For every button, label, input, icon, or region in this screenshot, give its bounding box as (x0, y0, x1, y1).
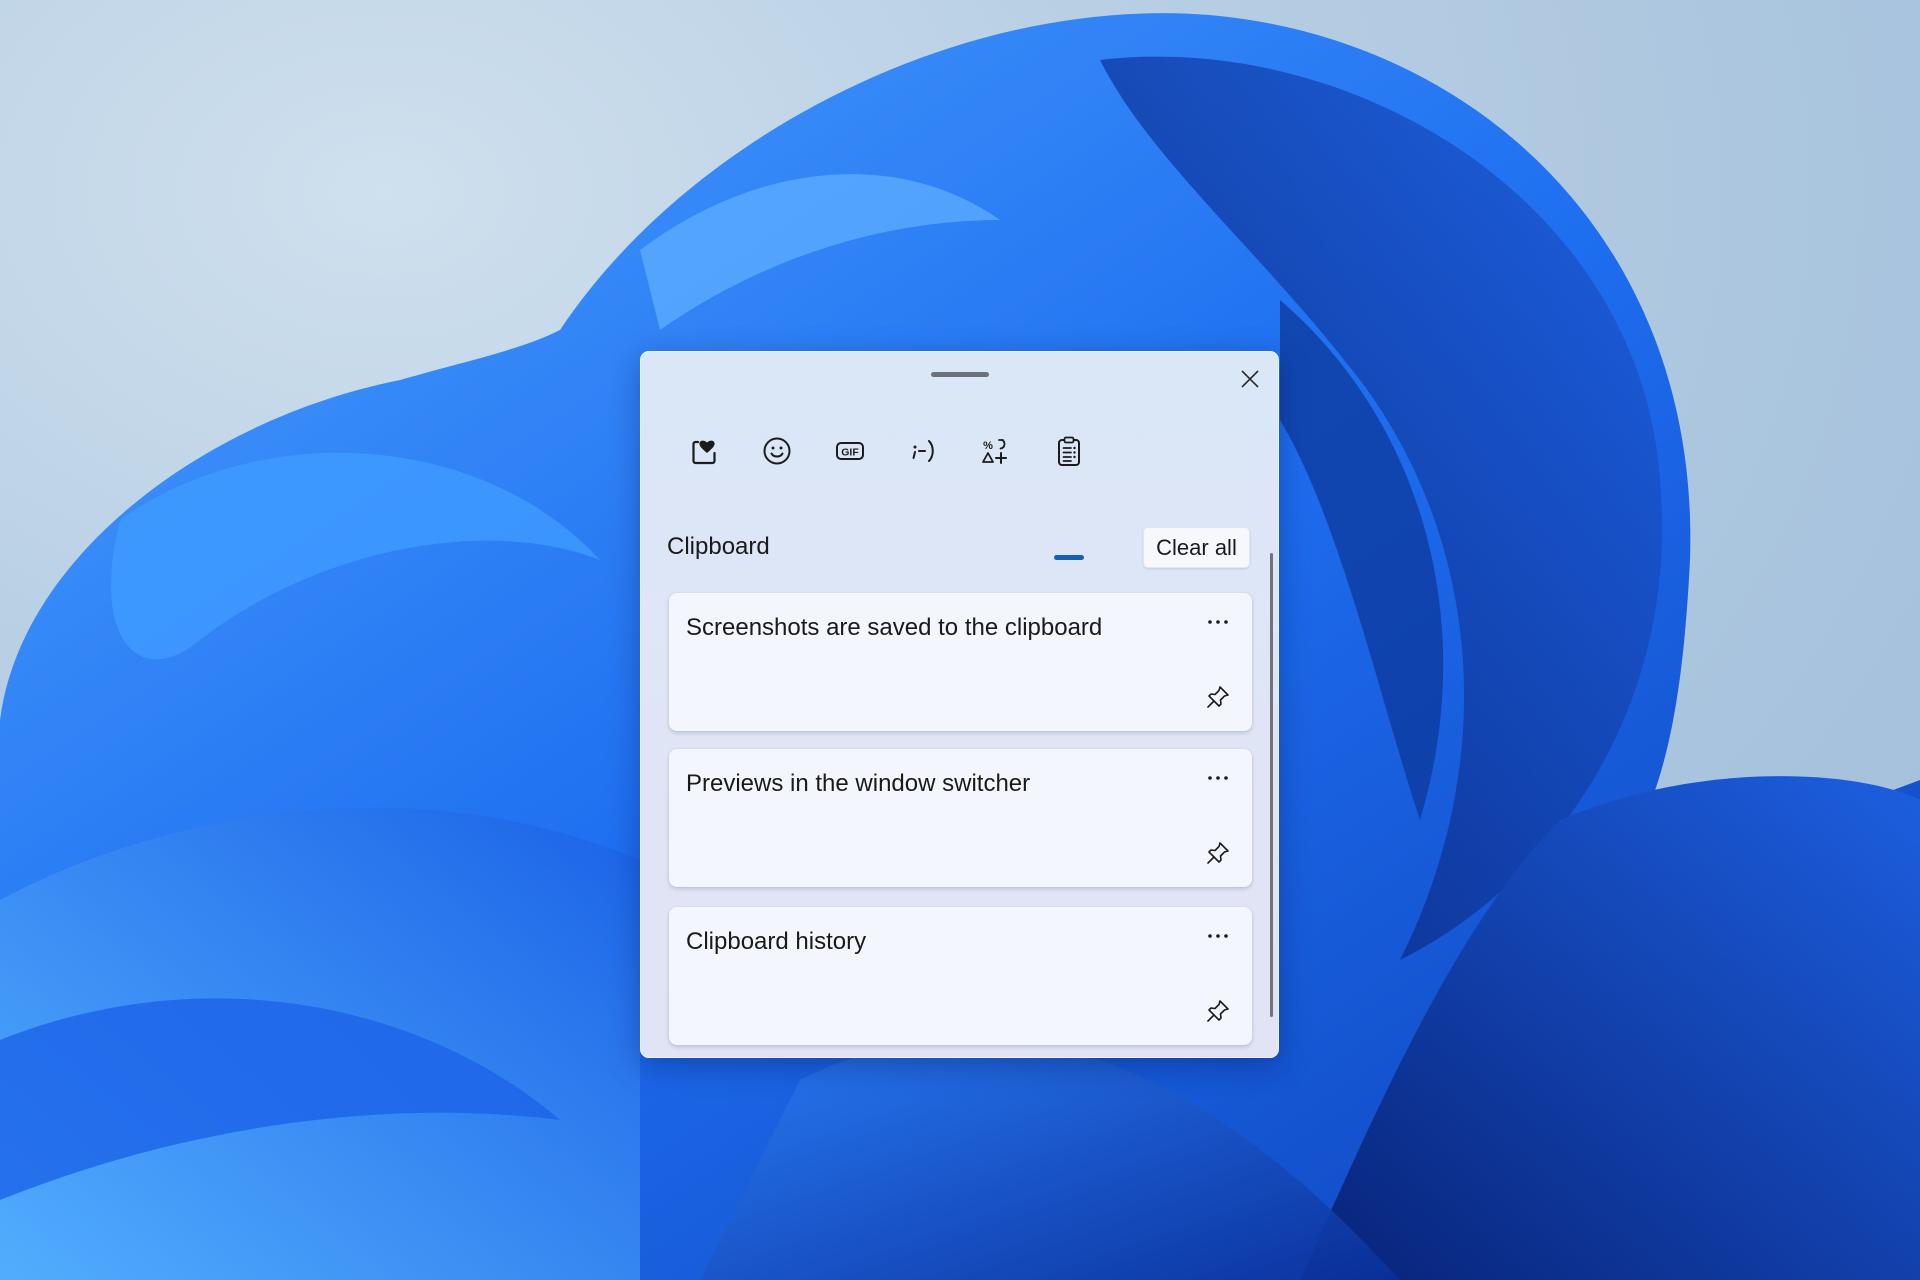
clipboard-item-text: Clipboard history (686, 928, 867, 955)
tab-emoji[interactable] (749, 423, 805, 479)
clipboard-item[interactable]: Previews in the window switcher (669, 749, 1252, 887)
clipboard-item[interactable]: Clipboard history (669, 907, 1252, 1045)
svg-text:GIF: GIF (841, 447, 859, 459)
see-more-button[interactable] (1198, 607, 1238, 637)
clear-all-button[interactable]: Clear all (1143, 527, 1250, 568)
more-icon (1208, 934, 1228, 938)
tab-most-recently-used[interactable] (677, 423, 733, 479)
pin-icon (1207, 842, 1229, 864)
close-button[interactable] (1230, 359, 1270, 399)
clipboard-panel: GIF % Clipboard Clear all Screenshots ar… (640, 351, 1279, 1058)
see-more-button[interactable] (1198, 921, 1238, 951)
scrollbar[interactable] (1270, 553, 1273, 1017)
pin-button[interactable] (1198, 679, 1238, 715)
smiley-icon (763, 437, 791, 465)
tab-symbols[interactable]: % (967, 423, 1023, 479)
clipboard-item-text: Screenshots are saved to the clipboard (686, 614, 1103, 641)
see-more-button[interactable] (1198, 763, 1238, 793)
close-icon (1241, 370, 1259, 388)
more-icon (1208, 620, 1228, 624)
tab-kaomoji[interactable] (895, 423, 951, 479)
symbols-icon: % (982, 439, 1007, 464)
svg-text:%: % (983, 440, 993, 452)
active-tab-indicator (1054, 555, 1084, 560)
tab-clipboard-history[interactable] (1041, 423, 1097, 479)
clipboard-item-text: Previews in the window switcher (686, 770, 1031, 797)
clipboard-icon (1058, 436, 1080, 466)
tab-bar: GIF % (640, 423, 1279, 560)
drag-handle[interactable] (931, 372, 989, 377)
heart-box-icon (692, 440, 716, 465)
more-icon (1208, 776, 1228, 780)
pin-icon (1207, 686, 1229, 708)
pin-button[interactable] (1198, 993, 1238, 1029)
clipboard-item[interactable]: Screenshots are saved to the clipboard (669, 593, 1252, 731)
section-title: Clipboard (667, 533, 770, 560)
tab-gif[interactable]: GIF (822, 423, 878, 479)
kaomoji-icon (912, 440, 934, 462)
gif-icon: GIF (836, 442, 864, 460)
pin-button[interactable] (1198, 835, 1238, 871)
pin-icon (1207, 1000, 1229, 1022)
